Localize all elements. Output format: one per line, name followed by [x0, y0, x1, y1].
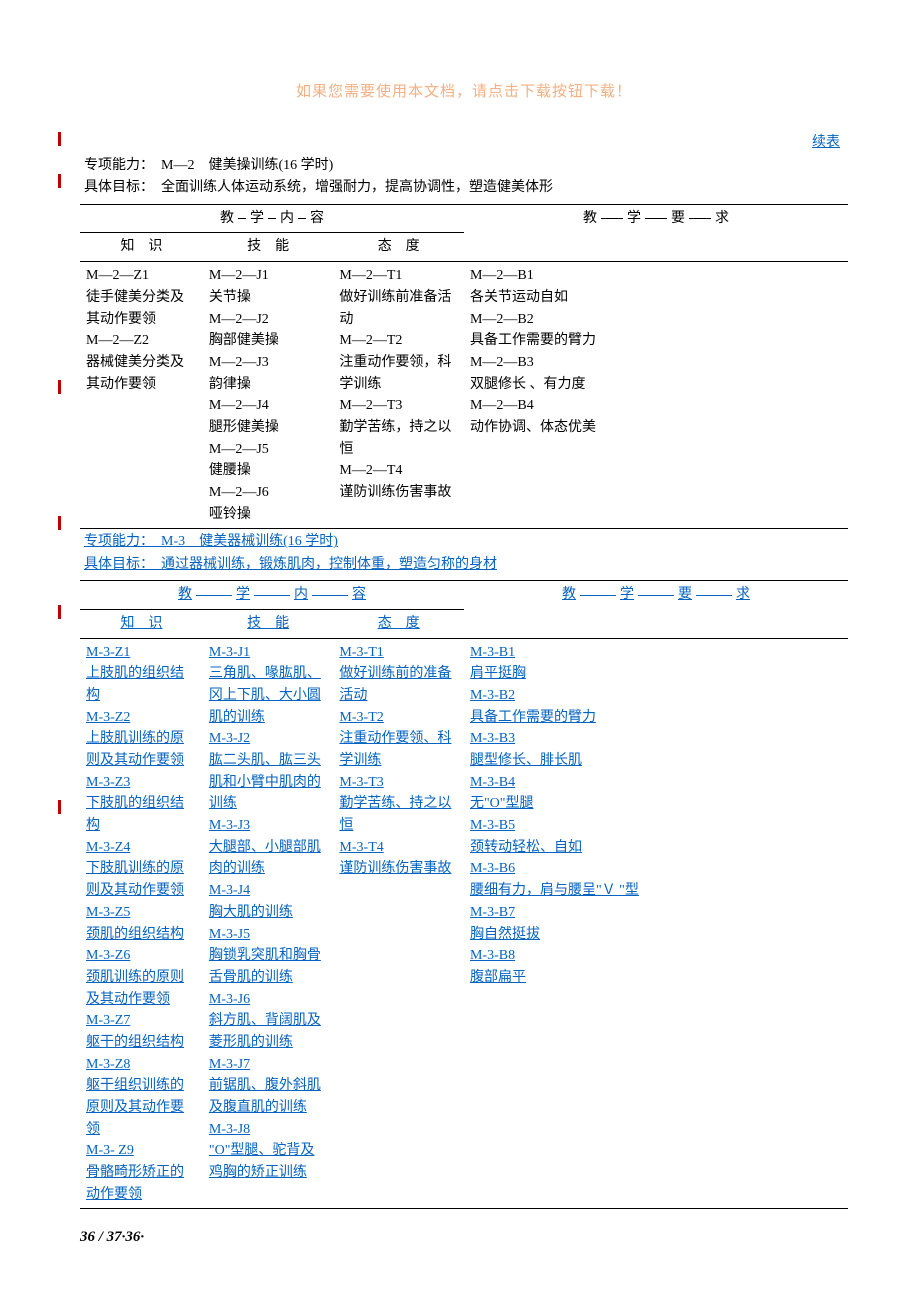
m3-hdr-j: 技 能: [203, 609, 334, 638]
m3-heading: 专项能力： M-3 健美器械训练(16 学时) 具体目标： 通过器械训练，锻炼肌…: [80, 531, 848, 580]
m2-heading: 专项能力： M—2 健美操训练(16 学时) 具体目标： 全面训练人体运动系统，…: [80, 155, 848, 204]
m3-table: 教 学 内 容 教 学 要 求: [80, 580, 848, 1209]
m3-col-z: M-3-Z1上肢肌的组织结构M-3-Z2上肢肌训练的原则及其动作要领M-3-Z3…: [80, 638, 203, 1209]
m3-hdr-content: 教 学 内 容: [80, 581, 464, 610]
m2-hdr-t: 态 度: [333, 233, 464, 262]
m2-hdr-content: 教 学 内 容: [80, 204, 464, 233]
page: 如果您需要使用本文档，请点击下载按钮下载！ 续表 专项能力： M—2 健美操训练…: [0, 0, 920, 1286]
m2-col-b: M—2—B1各关节运动自如M—2—B2具备工作需要的臂力M—2—B3双腿修长 、…: [464, 262, 848, 529]
page-footer: 36 / 37·36·: [80, 1229, 848, 1246]
m3-col-t: M-3-T1做好训练前的准备活动M-3-T2注重动作要领、科学训练M-3-T3勤…: [333, 638, 464, 1209]
m2-hdr-req: 教 学 要 求: [464, 204, 848, 261]
m3-hdr-t: 态 度: [333, 609, 464, 638]
continued-label: 续表: [80, 131, 848, 151]
m2-col-z: M—2—Z1徒手健美分类及其动作要领M—2—Z2器械健美分类及其动作要领: [80, 262, 203, 529]
m3-hdr-req: 教 学 要 求: [464, 581, 848, 638]
revision-marks: [58, 80, 62, 1246]
m2-col-t: M—2—T1做好训练前准备活动M—2—T2注重动作要领，科学训练M—2—T3勤学…: [333, 262, 464, 529]
section-m3: 专项能力： M-3 健美器械训练(16 学时) 具体目标： 通过器械训练，锻炼肌…: [80, 531, 848, 1209]
m2-col-j: M—2—J1关节操M—2—J2胸部健美操M—2—J3韵律操M—2—J4腿形健美操…: [203, 262, 334, 529]
m3-col-j: M-3-J1三角肌、喙肱肌、冈上下肌、大小圆肌的训练M-3-J2肱二头肌、肱三头…: [203, 638, 334, 1209]
m2-hdr-z: 知 识: [80, 233, 203, 262]
m3-col-b: M-3-B1肩平挺胸M-3-B2具备工作需要的臂力M-3-B3腿型修长、腓长肌M…: [464, 638, 848, 1209]
m3-hdr-z: 知 识: [80, 609, 203, 638]
m2-hdr-j: 技 能: [203, 233, 334, 262]
section-m2: 专项能力： M—2 健美操训练(16 学时) 具体目标： 全面训练人体运动系统，…: [80, 155, 848, 529]
download-hint: 如果您需要使用本文档，请点击下载按钮下载！: [80, 80, 848, 101]
m2-table: 教 学 内 容 教 学 要 求: [80, 204, 848, 530]
